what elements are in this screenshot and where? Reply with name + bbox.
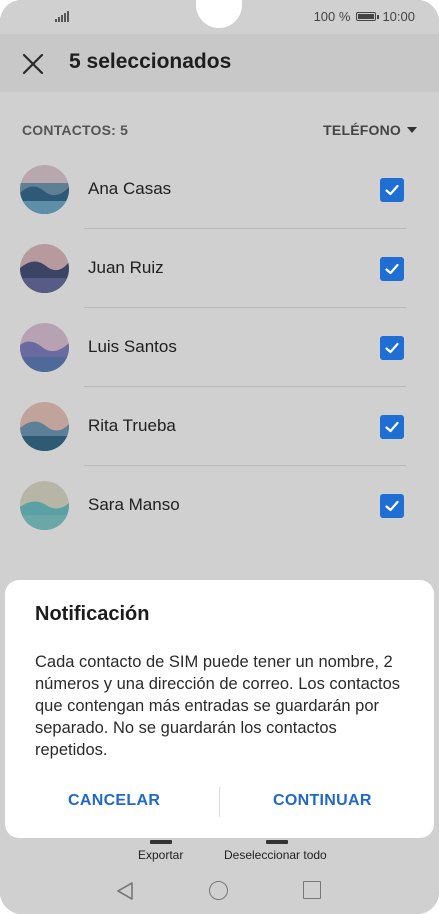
check-icon: [385, 263, 399, 275]
avatar: [20, 244, 69, 293]
clock: 10:00: [382, 9, 415, 24]
checkbox[interactable]: [380, 415, 404, 439]
device-frame: 100 % 10:00 5 seleccionados CONTACTOS: 5…: [0, 0, 439, 914]
battery-icon: [356, 12, 380, 21]
chevron-down-icon: [407, 127, 417, 133]
export-icon: [150, 840, 172, 844]
section-header: CONTACTOS: 5 TELÉFONO: [22, 120, 417, 140]
cancel-button[interactable]: CANCELAR: [68, 792, 160, 810]
battery-percent: 100 %: [313, 9, 351, 24]
export-button[interactable]: Exportar: [138, 848, 183, 862]
contact-list: Ana Casas Juan Ruiz Luis Santos Rita Tru…: [0, 150, 439, 545]
contact-row[interactable]: Luis Santos: [0, 308, 439, 387]
screen: 100 % 10:00 5 seleccionados CONTACTOS: 5…: [0, 0, 439, 914]
contact-name: Ana Casas: [88, 179, 172, 198]
check-icon: [385, 342, 399, 354]
contact-row[interactable]: Sara Manso: [0, 466, 439, 545]
check-icon: [385, 421, 399, 433]
contacts-count: CONTACTOS: 5: [22, 122, 129, 138]
contact-row[interactable]: Rita Trueba: [0, 387, 439, 466]
check-icon: [385, 500, 399, 512]
page-title: 5 seleccionados: [69, 50, 232, 73]
checkbox[interactable]: [380, 257, 404, 281]
system-nav-bar: [0, 868, 439, 914]
close-icon: [22, 53, 44, 75]
recent-apps-icon[interactable]: [303, 881, 321, 899]
source-label: TELÉFONO: [323, 122, 401, 138]
status-right: 100 % 10:00: [314, 9, 415, 24]
close-button[interactable]: [19, 50, 47, 78]
contact-name: Juan Ruiz: [88, 258, 164, 277]
dialog-actions: CANCELAR CONTINUAR: [5, 786, 434, 822]
app-bar: 5 seleccionados: [0, 34, 439, 92]
avatar: [20, 165, 69, 214]
contact-name: Luis Santos: [88, 337, 177, 356]
avatar: [20, 481, 69, 530]
source-selector[interactable]: TELÉFONO: [323, 122, 417, 138]
avatar: [20, 323, 69, 372]
contact-row[interactable]: Ana Casas: [0, 150, 439, 229]
checkbox[interactable]: [380, 336, 404, 360]
notification-dialog: Notificación Cada contacto de SIM puede …: [5, 580, 434, 838]
dialog-message: Cada contacto de SIM puede tener un nomb…: [35, 653, 401, 759]
deselect-icon: [266, 840, 288, 844]
continue-button[interactable]: CONTINUAR: [273, 792, 372, 810]
dialog-title: Notificación: [35, 603, 150, 625]
avatar: [20, 402, 69, 451]
signal-icon: [55, 11, 69, 22]
checkbox[interactable]: [380, 178, 404, 202]
checkbox[interactable]: [380, 494, 404, 518]
deselect-all-button[interactable]: Deseleccionar todo: [224, 848, 327, 862]
contact-name: Sara Manso: [88, 495, 180, 514]
button-separator: [219, 787, 220, 817]
contact-row[interactable]: Juan Ruiz: [0, 229, 439, 308]
contact-name: Rita Trueba: [88, 416, 176, 435]
check-icon: [385, 184, 399, 196]
back-icon[interactable]: [116, 881, 134, 901]
home-icon[interactable]: [209, 881, 228, 900]
